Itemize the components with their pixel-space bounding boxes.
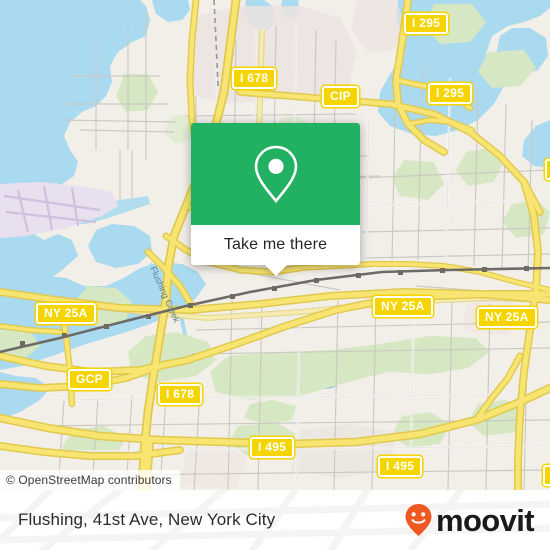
shield-label: NY 25A <box>485 310 529 324</box>
osm-attribution[interactable]: © OpenStreetMap contributors <box>0 470 180 490</box>
shield-label: NY 25A <box>381 299 425 313</box>
popup-pointer <box>264 265 287 276</box>
highway-shield-i678-top: I 678 <box>232 68 277 89</box>
moovit-map-screen: Flushing Creek I 295I 678CIPI 295GNY 25A… <box>0 0 550 550</box>
highway-shield-i495-left: I 495 <box>250 437 295 458</box>
shield-label: GCP <box>76 372 103 386</box>
shield-label: I 295 <box>436 86 465 100</box>
shield-label: I 495 <box>386 459 415 473</box>
moovit-smiley-pin-icon <box>405 504 432 536</box>
popup-action-bar[interactable]: Take me there <box>191 225 360 265</box>
shield-label: I 678 <box>166 387 195 401</box>
footer-bar: Flushing, 41st Ave, New York City moovit <box>0 490 550 550</box>
moovit-wordmark: moovit <box>435 502 535 538</box>
map-pin-icon <box>254 145 297 204</box>
highway-shield-i495-mid: I 495 <box>378 456 423 477</box>
highway-shield-ny25a-right: NY 25A <box>477 307 537 328</box>
highway-shield-ny25a-mid: NY 25A <box>373 296 433 317</box>
popup-header <box>191 123 360 225</box>
shield-label: CIP <box>330 89 351 103</box>
moovit-logo[interactable]: moovit <box>404 502 535 538</box>
shield-label: I 678 <box>240 71 269 85</box>
shield-label: I 295 <box>412 16 441 30</box>
highway-shield-ny25a-left: NY 25A <box>36 303 96 324</box>
highway-shield-i495-edge: I 2 <box>543 465 550 486</box>
take-me-there-popup[interactable]: Take me there <box>191 123 360 276</box>
shield-label: I 495 <box>258 440 287 454</box>
shield-label: NY 25A <box>44 306 88 320</box>
highway-shield-i295-top: I 295 <box>404 13 449 34</box>
highway-shield-i678-mid: I 678 <box>158 384 203 405</box>
highway-shield-edge-right: G <box>545 159 550 180</box>
location-title: Flushing, 41st Ave, New York City <box>18 510 276 529</box>
highway-shield-i295-right: I 295 <box>428 83 473 104</box>
highway-shield-cip: CIP <box>322 86 359 107</box>
highway-shield-gcp: GCP <box>68 369 111 390</box>
take-me-there-label: Take me there <box>223 236 328 253</box>
osm-attribution-text: © OpenStreetMap contributors <box>6 473 172 487</box>
